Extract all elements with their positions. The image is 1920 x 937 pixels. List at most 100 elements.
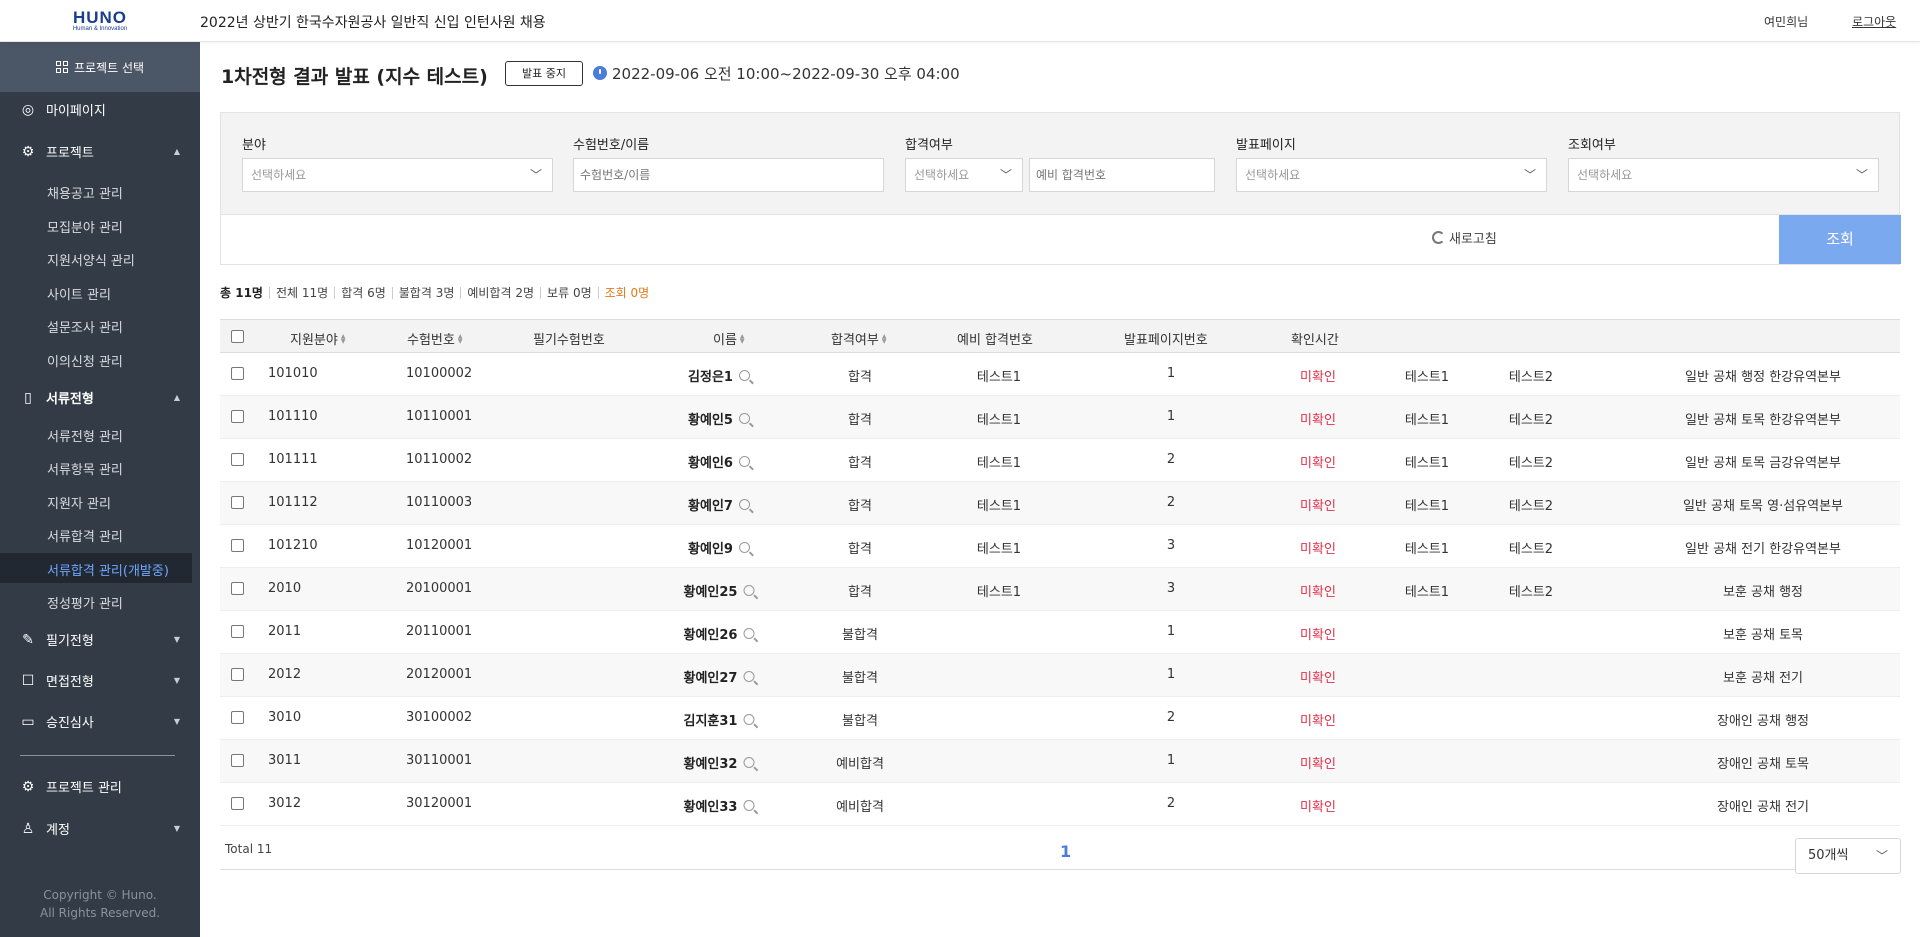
table-row[interactable]: 황예인9 101210 10120001 합격 테스트1 3 미확인 테스트1 테스트2 일반 공…	[220, 525, 1900, 568]
sidebar-sub-job-posting[interactable]: 채용공고 관리	[47, 183, 123, 202]
row-checkbox[interactable]	[231, 797, 244, 810]
cell-dept: 일반 공채 전기 한강유역본부	[1685, 542, 1841, 557]
col-exam-no[interactable]: 수험번호 ▲ ▼	[407, 329, 462, 348]
row-checkbox[interactable]	[231, 410, 244, 423]
huno-logo[interactable]: HUNO Human & Innovation	[70, 9, 130, 33]
magnifier-icon[interactable]	[738, 542, 750, 553]
table-row[interactable]: 김지훈31 3010 30100002 불합격 2 미확인 장애인 공채 행정	[220, 697, 1900, 740]
search-button[interactable]: 조회	[1779, 215, 1901, 264]
table-row[interactable]: 황예인33 3012 30120001 예비합격 2 미확인 장애인 공채 전기	[220, 783, 1900, 826]
sidebar-item-written[interactable]: ✎ 필기전형 ▼	[20, 630, 180, 650]
page-size-select[interactable]: 50개씩 ﹀	[1795, 838, 1901, 874]
cell-page: 1	[1166, 409, 1176, 424]
table-row[interactable]: 황예인5 101110 10110001 합격 테스트1 1 미확인 테스트1 테스트2 일반 공…	[220, 396, 1900, 439]
stat-hold[interactable]: 보류 0명	[547, 284, 592, 301]
chevron-down-icon: ﹀	[529, 168, 542, 182]
magnifier-icon[interactable]	[738, 413, 750, 424]
magnifier-icon[interactable]	[743, 671, 755, 682]
exam-search-input[interactable]	[573, 158, 884, 192]
sidebar-sub-document-pass[interactable]: 서류합격 관리	[47, 526, 123, 545]
applicant-name[interactable]: 황예인6	[688, 452, 750, 471]
applicant-name[interactable]: 황예인32	[684, 753, 755, 772]
sidebar-item-promotion[interactable]: ▭ 승진심사 ▼	[20, 712, 180, 732]
applicant-name[interactable]: 황예인9	[688, 538, 750, 557]
row-checkbox[interactable]	[231, 496, 244, 509]
select-all-checkbox[interactable]	[231, 330, 244, 343]
row-checkbox[interactable]	[231, 668, 244, 681]
pass-status-select[interactable]: 선택하세요 ﹀	[905, 158, 1023, 192]
magnifier-icon[interactable]	[743, 628, 755, 639]
sidebar-sub-site[interactable]: 사이트 관리	[47, 284, 111, 303]
table-bottom-border	[220, 869, 1900, 870]
view-select[interactable]: 선택하세요 ﹀	[1568, 158, 1879, 192]
applicant-name[interactable]: 황예인25	[684, 581, 755, 600]
table-row[interactable]: 김정은1 101010 10100002 합격 테스트1 1 미확인 테스트1 테스트2 일반 공…	[220, 353, 1900, 396]
copyright: Copyright © Huno. All Rights Reserved.	[39, 888, 161, 920]
sidebar-sub-application-form[interactable]: 지원서양식 관리	[47, 250, 135, 269]
stat-pass[interactable]: 합격 6명	[341, 284, 386, 301]
sidebar-sub-document-pass-dev[interactable]: 서류합격 관리(개발중)	[47, 560, 169, 579]
cell-dept: 장애인 공채 전기	[1717, 800, 1809, 815]
stat-views[interactable]: 조회 0명	[605, 284, 650, 301]
stat-all[interactable]: 전체 11명	[276, 284, 328, 301]
table-row[interactable]: 황예인25 2010 20100001 합격 테스트1 3 미확인 테스트1 테스트2 보훈 공채…	[220, 568, 1900, 611]
row-checkbox[interactable]	[231, 367, 244, 380]
reserve-number-input[interactable]	[1029, 158, 1215, 192]
row-checkbox[interactable]	[231, 582, 244, 595]
table-row[interactable]: 황예인7 101112 10110003 합격 테스트1 2 미확인 테스트1 테스트2 일반 공…	[220, 482, 1900, 525]
sidebar-sub-recruit-field[interactable]: 모집분야 관리	[47, 217, 123, 236]
magnifier-icon[interactable]	[743, 714, 755, 725]
applicant-name[interactable]: 김지훈31	[684, 710, 755, 729]
col-written-no: 필기수험번호	[533, 333, 605, 348]
cell-field: 2012	[268, 667, 302, 682]
magnifier-icon[interactable]	[743, 800, 755, 811]
refresh-button[interactable]: 새로고침	[1432, 228, 1497, 247]
stat-fail[interactable]: 불합격 3명	[399, 284, 455, 301]
applicant-name[interactable]: 김정은1	[688, 366, 750, 385]
sidebar-sub-objection[interactable]: 이의신청 관리	[47, 351, 123, 370]
page-select[interactable]: 선택하세요 ﹀	[1236, 158, 1547, 192]
magnifier-icon[interactable]	[743, 757, 755, 768]
cell-exam_no: 10110002	[406, 452, 473, 467]
sidebar-item-project-manage[interactable]: ⚙ 프로젝트 관리	[20, 777, 180, 797]
sidebar-item-project[interactable]: ⚙ 프로젝트 ▲	[20, 142, 180, 162]
applicant-name[interactable]: 황예인26	[684, 624, 755, 643]
magnifier-icon[interactable]	[738, 370, 750, 381]
magnifier-icon[interactable]	[743, 585, 755, 596]
applicant-name[interactable]: 황예인33	[684, 796, 755, 815]
cell-exam_no: 30110001	[406, 753, 473, 768]
row-checkbox[interactable]	[231, 711, 244, 724]
row-checkbox[interactable]	[231, 754, 244, 767]
cell-field: 101112	[268, 495, 318, 510]
stat-reserve[interactable]: 예비합격 2명	[467, 284, 534, 301]
sidebar-sub-applicants[interactable]: 지원자 관리	[47, 493, 111, 512]
sidebar-sub-qualitative-eval[interactable]: 정성평가 관리	[47, 593, 123, 612]
sidebar-sub-document-manage[interactable]: 서류전형 관리	[47, 426, 123, 445]
col-field[interactable]: 지원분야 ▲ ▼	[290, 329, 345, 348]
project-select-button[interactable]: 프로젝트 선택	[0, 42, 200, 92]
magnifier-icon[interactable]	[738, 499, 750, 510]
stop-announcement-button[interactable]: 발표 중지	[505, 61, 583, 86]
table-row[interactable]: 황예인27 2012 20120001 불합격 1 미확인 보훈 공채 전기	[220, 654, 1900, 697]
table-row[interactable]: 황예인26 2011 20110001 불합격 1 미확인 보훈 공채 토목	[220, 611, 1900, 654]
table-row[interactable]: 황예인32 3011 30110001 예비합격 1 미확인 장애인 공채 토목	[220, 740, 1900, 783]
applicant-name[interactable]: 황예인7	[688, 495, 750, 514]
field-select[interactable]: 선택하세요 ﹀	[242, 158, 553, 192]
sidebar-sub-document-items[interactable]: 서류항목 관리	[47, 459, 123, 478]
applicant-name[interactable]: 황예인5	[688, 409, 750, 428]
applicant-name[interactable]: 황예인27	[684, 667, 755, 686]
page-number-1[interactable]: 1	[1060, 842, 1071, 861]
row-checkbox[interactable]	[231, 539, 244, 552]
sidebar-item-mypage[interactable]: ◎ 마이페이지	[20, 100, 180, 120]
col-result[interactable]: 합격여부 ▲ ▼	[831, 329, 886, 348]
sidebar-item-document[interactable]: ▯ 서류전형 ▲	[20, 388, 180, 408]
row-checkbox[interactable]	[231, 453, 244, 466]
sidebar-item-interview[interactable]: ☐ 면접전형 ▼	[20, 671, 180, 691]
col-name[interactable]: 이름 ▲ ▼	[713, 329, 745, 348]
sidebar-sub-survey[interactable]: 설문조사 관리	[47, 317, 123, 336]
table-row[interactable]: 황예인6 101111 10110002 합격 테스트1 2 미확인 테스트1 테스트2 일반 공…	[220, 439, 1900, 482]
logout-link[interactable]: 로그아웃	[1852, 13, 1896, 30]
magnifier-icon[interactable]	[738, 456, 750, 467]
row-checkbox[interactable]	[231, 625, 244, 638]
sidebar-item-account[interactable]: ♙ 계정 ▼	[20, 819, 180, 839]
